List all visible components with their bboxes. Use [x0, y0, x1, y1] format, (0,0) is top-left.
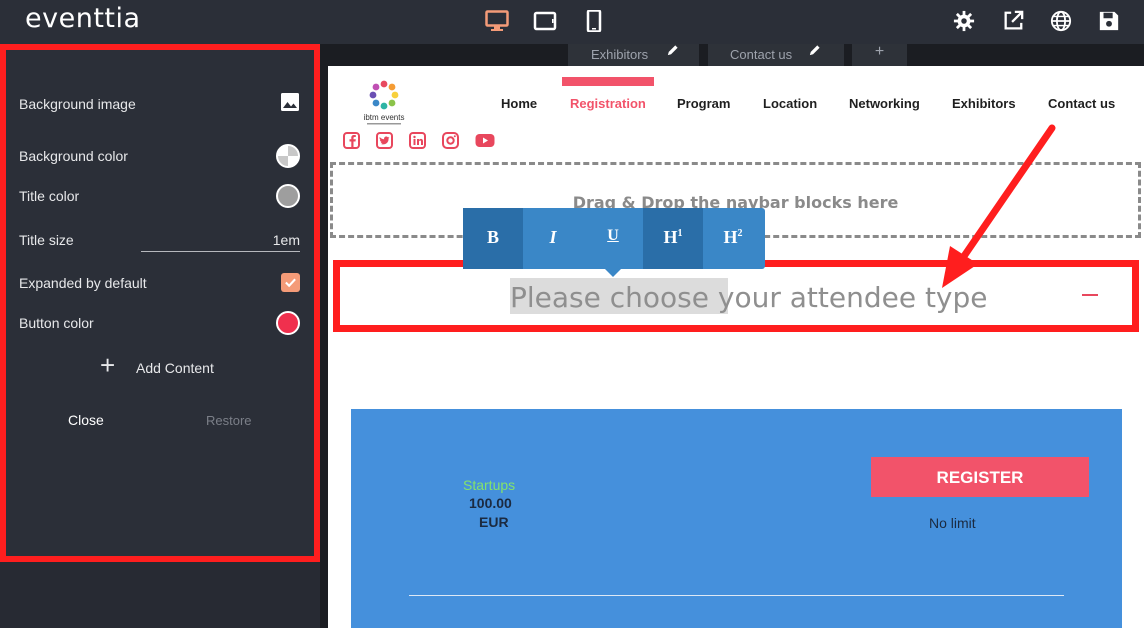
expanded-row[interactable]: Expanded by default [19, 271, 300, 295]
facebook-icon[interactable] [343, 132, 360, 149]
nav-registration[interactable]: Registration [570, 96, 646, 111]
background-image-row[interactable]: Background image [19, 92, 300, 116]
add-content-label: Add Content [136, 360, 214, 376]
plus-icon: + [100, 350, 116, 380]
background-color-swatch[interactable] [276, 144, 300, 168]
desktop-icon[interactable] [485, 10, 509, 32]
title-color-label: Title color [19, 188, 80, 204]
instagram-icon[interactable] [442, 132, 459, 149]
check-icon [285, 278, 296, 288]
minus-icon[interactable] [1082, 294, 1098, 296]
external-link-icon[interactable] [1002, 10, 1024, 32]
top-bar: eventtia [0, 0, 1144, 44]
restore-button[interactable]: Restore [206, 413, 252, 428]
heading2-button[interactable]: H2 [703, 208, 763, 269]
expanded-checkbox[interactable] [281, 273, 300, 292]
nav-home[interactable]: Home [501, 96, 537, 111]
youtube-icon[interactable] [475, 132, 495, 149]
nav-networking[interactable]: Networking [849, 96, 920, 111]
gear-icon[interactable] [953, 10, 975, 32]
tab-exhibitors[interactable]: Exhibitors [568, 44, 699, 66]
nav-program[interactable]: Program [677, 96, 730, 111]
nav-contact-us[interactable]: Contact us [1048, 96, 1115, 111]
background-color-row[interactable]: Background color [19, 144, 300, 168]
panel-footer [0, 562, 320, 628]
save-icon[interactable] [1098, 10, 1120, 32]
bold-button[interactable]: B [463, 208, 523, 269]
underline-button[interactable]: U [583, 208, 643, 269]
toolbar-pointer [605, 269, 621, 277]
divider-strip [320, 44, 328, 628]
button-color-swatch[interactable] [276, 311, 300, 335]
pencil-icon[interactable] [808, 44, 821, 60]
ticket-card: Startups 100.00 EUR REGISTER No limit [351, 409, 1122, 628]
app-logo: eventtia [25, 3, 141, 34]
format-toolbar: B I U H1 H2 [463, 208, 765, 277]
ticket-name: Startups [463, 477, 516, 493]
nav-exhibitors[interactable]: Exhibitors [952, 96, 1016, 111]
register-button[interactable]: REGISTER [871, 457, 1089, 497]
nav-location[interactable]: Location [763, 96, 817, 111]
mobile-icon[interactable] [582, 10, 606, 32]
italic-button[interactable]: I [523, 208, 583, 269]
title-color-swatch[interactable] [276, 184, 300, 208]
background-color-label: Background color [19, 148, 128, 164]
accordion-title[interactable]: Please choose your attendee type [510, 281, 988, 314]
globe-icon[interactable] [1050, 10, 1072, 32]
title-size-input[interactable]: 1em [141, 228, 300, 252]
image-icon[interactable] [280, 92, 300, 112]
linkedin-icon[interactable] [409, 132, 426, 149]
title-size-label: Title size [19, 232, 74, 248]
ticket-limit: No limit [929, 515, 976, 531]
ticket-price: 100.00 [469, 495, 512, 511]
accordion-title-block[interactable]: Please choose your attendee type [333, 260, 1139, 332]
heading1-button[interactable]: H1 [643, 208, 703, 269]
ticket-divider [409, 595, 1064, 596]
site-page: ibtm events Home Registration Program Lo… [328, 66, 1144, 628]
nav-active-indicator [562, 77, 654, 86]
tablet-icon[interactable] [533, 10, 557, 32]
expanded-label: Expanded by default [19, 275, 147, 291]
button-color-row[interactable]: Button color [19, 311, 300, 335]
tab-contact-us[interactable]: Contact us [708, 44, 844, 66]
button-color-label: Button color [19, 315, 94, 331]
add-tab-button[interactable]: + [852, 44, 907, 66]
background-image-label: Background image [19, 96, 136, 112]
close-button[interactable]: Close [68, 412, 104, 428]
page-tabs: Exhibitors Contact us + [328, 44, 1144, 66]
twitter-icon[interactable] [376, 132, 393, 149]
title-size-row: Title size 1em [19, 228, 300, 252]
site-logo[interactable]: ibtm events [354, 74, 414, 130]
title-color-row[interactable]: Title color [19, 184, 300, 208]
ticket-currency: EUR [479, 514, 509, 530]
properties-panel: Background image Background color Title … [0, 44, 320, 562]
pencil-icon[interactable] [666, 44, 679, 60]
svg-text:ibtm events: ibtm events [364, 113, 405, 122]
